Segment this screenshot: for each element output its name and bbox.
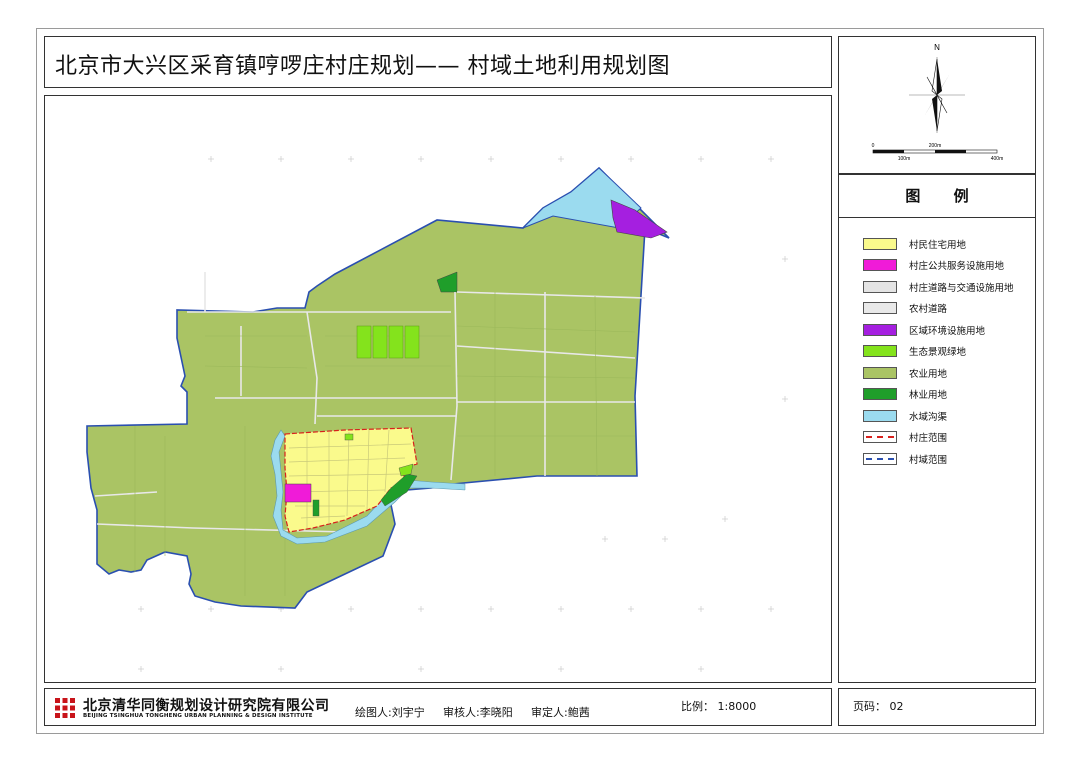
scale-label-400: 400m bbox=[991, 156, 1004, 162]
drawn-by: 绘图人:刘宇宁 bbox=[355, 706, 425, 719]
legend-swatch bbox=[863, 259, 897, 272]
legend-label: 生态景观绿地 bbox=[909, 347, 967, 359]
legend-label: 村庄道路与交通设施用地 bbox=[909, 282, 1014, 294]
map-title: 北京市大兴区采育镇哼啰庄村庄规划—— 村域土地利用规划图 bbox=[55, 54, 670, 79]
legend-item: 水域沟渠 bbox=[863, 405, 1014, 427]
legend-item: 生态景观绿地 bbox=[863, 341, 1014, 363]
legend-title: 图 例 bbox=[905, 187, 983, 205]
legend-swatch bbox=[863, 345, 897, 358]
legend-item: 林业用地 bbox=[863, 384, 1014, 406]
legend-label: 水域沟渠 bbox=[909, 411, 948, 423]
village-territory[interactable] bbox=[86, 166, 670, 609]
legend-swatch bbox=[863, 323, 897, 336]
scale-label-200: 200m bbox=[929, 143, 942, 149]
legend-item: 农村道路 bbox=[863, 298, 1014, 320]
legend-item: 区域环境设施用地 bbox=[863, 319, 1014, 341]
institute-logo-icon bbox=[55, 698, 75, 718]
page-number-panel: 页码： 02 bbox=[838, 688, 1036, 726]
footer-panel: 北京清华同衡规划设计研究院有限公司 BEIJING TSINGHUA TONGH… bbox=[44, 688, 832, 726]
legend-swatch bbox=[863, 452, 897, 465]
land-use-map[interactable] bbox=[45, 96, 831, 682]
legend-label: 村庄范围 bbox=[909, 433, 948, 445]
legend-list: 村民住宅用地村庄公共服务设施用地 村庄道路与交通设施用地 农村道路区域环境设施用地生… bbox=[863, 233, 1014, 470]
legend-swatch bbox=[863, 431, 897, 444]
map-panel[interactable] bbox=[44, 95, 832, 683]
north-arrow-and-scale: N 0 200m 100m 400m bbox=[872, 43, 1004, 162]
legend-panel: 图 例 村民住宅用地村庄公共服务设施用地 村庄道路与交通设施用地 农村道路区域环境设… bbox=[838, 174, 1036, 683]
scale-bar: 0 200m 100m 400m bbox=[872, 143, 1004, 162]
village-residential-area[interactable] bbox=[284, 427, 418, 533]
legend-swatch bbox=[863, 280, 897, 293]
legend-swatch bbox=[863, 366, 897, 379]
legend-swatch bbox=[863, 302, 897, 315]
legend-label: 村民住宅用地 bbox=[909, 239, 967, 251]
map-scale: 比例： 1:8000 bbox=[681, 700, 757, 713]
page-number: 页码： 02 bbox=[853, 700, 904, 713]
legend-item: 村民住宅用地 bbox=[863, 233, 1014, 255]
legend-item: 村域范围 bbox=[863, 448, 1014, 470]
legend-label: 农业用地 bbox=[909, 368, 948, 380]
compass-rose-icon bbox=[909, 57, 965, 133]
legend-label: 农村道路 bbox=[909, 304, 948, 316]
approved-by: 审定人:鲍茜 bbox=[531, 706, 590, 719]
compass-panel: N 0 200m 100m 400m bbox=[838, 36, 1036, 174]
legend-divider bbox=[839, 217, 1035, 218]
legend-item: 村庄公共服务设施用地 bbox=[863, 255, 1014, 277]
institute-name-en: BEIJING TSINGHUA TONGHENG URBAN PLANNING… bbox=[83, 713, 313, 719]
legend-swatch bbox=[863, 388, 897, 401]
public-service-land[interactable] bbox=[284, 483, 312, 503]
institute-name-cn: 北京清华同衡规划设计研究院有限公司 bbox=[83, 698, 330, 714]
checked-by: 审核人:李晓阳 bbox=[443, 706, 513, 719]
legend-label: 林业用地 bbox=[909, 390, 948, 402]
legend-swatch bbox=[863, 237, 897, 250]
legend-label: 村域范围 bbox=[909, 454, 948, 466]
legend-label: 村庄公共服务设施用地 bbox=[909, 261, 1005, 273]
legend-swatch bbox=[863, 409, 897, 422]
legend-label: 区域环境设施用地 bbox=[909, 325, 986, 337]
legend-item: 农业用地 bbox=[863, 362, 1014, 384]
legend-item: 村庄范围 bbox=[863, 427, 1014, 449]
scale-label-100: 100m bbox=[898, 156, 911, 162]
north-label: N bbox=[934, 43, 940, 52]
title-panel: 北京市大兴区采育镇哼啰庄村庄规划—— 村域土地利用规划图 bbox=[44, 36, 832, 88]
legend-item: 村庄道路与交通设施用地 bbox=[863, 276, 1014, 298]
scale-label-0: 0 bbox=[872, 143, 875, 149]
